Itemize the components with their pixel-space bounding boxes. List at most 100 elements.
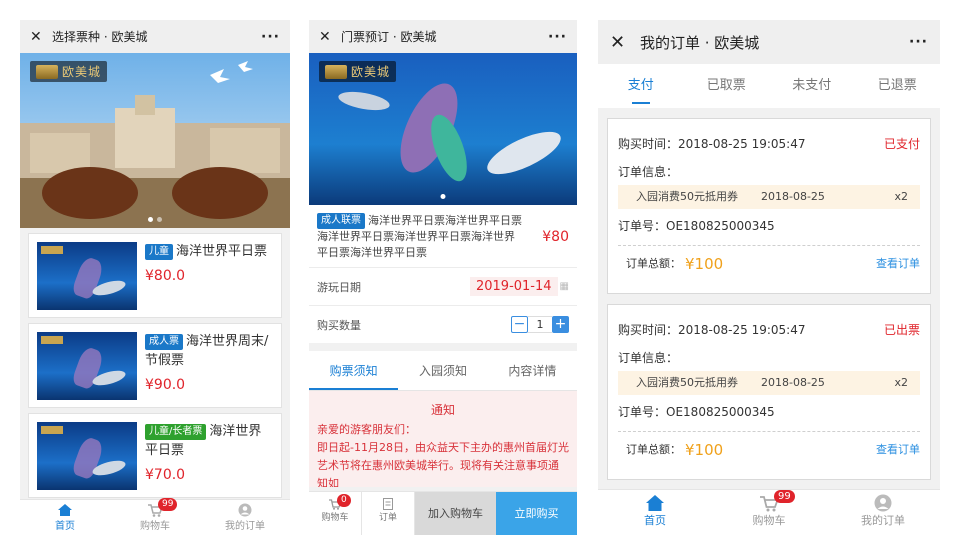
ticket-tag: 儿童/长者票 <box>145 424 207 440</box>
document-icon <box>383 498 393 510</box>
notice-title: 通知 <box>430 403 455 417</box>
order-info-label: 订单信息： <box>618 351 679 365</box>
tab-paid[interactable]: 支付 <box>598 64 684 108</box>
order-total-label: 订单总额： <box>626 443 681 456</box>
brand-logo: 欧美城 <box>30 61 108 82</box>
close-icon[interactable]: ✕ <box>30 29 48 45</box>
quantity-value[interactable]: 1 <box>528 316 552 333</box>
visit-date-row: 游玩日期 2019-01-14 ▦ <box>309 267 577 305</box>
order-shortcut[interactable]: 订单 <box>362 492 415 535</box>
order-status-tabs: 支付 已取票 未支付 已退票 <box>598 64 940 108</box>
tab-label: 我的订单 <box>861 514 905 527</box>
tab-collected[interactable]: 已取票 <box>684 64 770 108</box>
tab-orders[interactable]: 我的订单 <box>200 500 290 535</box>
my-orders-screen: ✕ 我的订单 · 欧美城 ··· 支付 已取票 未支付 已退票 购买时间： 20… <box>598 20 940 535</box>
ticket-card[interactable]: 儿童/长者票 海洋世界平日票 ¥70.0 <box>28 413 282 498</box>
page-title: 我的订单 · 欧美城 <box>640 33 760 52</box>
ticket-card[interactable]: 成人票 海洋世界周末/节假票 ¥90.0 <box>28 323 282 408</box>
product-price: ¥80 <box>542 229 569 245</box>
buy-now-button[interactable]: 立即购买 <box>496 492 577 535</box>
title-bar: ✕ 选择票种 · 欧美城 ··· <box>20 20 290 53</box>
order-info-label: 订单信息： <box>618 165 679 179</box>
order-total: ¥100 <box>685 255 724 273</box>
ticket-card[interactable]: 儿童 海洋世界平日票 ¥80.0 <box>28 233 282 318</box>
notice-body: 即日起-11月28日，由众益天下主办的惠州首届灯光艺术节将在惠州欧美城举行。现将… <box>317 441 569 487</box>
purchase-time-label: 购买时间： <box>618 137 679 151</box>
more-icon[interactable]: ··· <box>261 29 280 45</box>
ticket-thumbnail <box>37 422 137 490</box>
cart-shortcut[interactable]: 0 购物车 <box>309 492 362 535</box>
decrease-button[interactable]: − <box>511 316 528 333</box>
bottom-tab-bar: 首页 99 购物车 我的订单 <box>598 489 940 535</box>
tab-refunded[interactable]: 已退票 <box>855 64 941 108</box>
increase-button[interactable]: + <box>552 316 569 333</box>
order-number: OE180825000345 <box>666 219 775 233</box>
item-name: 入园消费50元抵用券 <box>636 190 738 203</box>
tab-orders[interactable]: 我的订单 <box>826 490 940 535</box>
product-tag: 成人联票 <box>317 213 365 229</box>
visit-date-picker[interactable]: 2019-01-14 <box>469 277 558 296</box>
tab-home[interactable]: 首页 <box>20 500 110 535</box>
banner-carousel[interactable]: 欧美城 <box>20 53 290 228</box>
brand-logo: 欧美城 <box>319 61 397 82</box>
tab-label: 购物车 <box>140 521 170 532</box>
tab-label: 首页 <box>644 514 666 527</box>
user-icon <box>874 494 892 512</box>
item-quantity: x2 <box>894 376 908 389</box>
action-bar: 0 购物车 订单 加入购物车 立即购买 <box>309 491 577 535</box>
item-date: 2018-08-25 <box>761 376 825 389</box>
tab-unpaid[interactable]: 未支付 <box>769 64 855 108</box>
tab-label: 我的订单 <box>225 521 265 532</box>
calendar-icon[interactable]: ▦ <box>560 281 569 292</box>
ticket-tag: 成人票 <box>145 334 183 350</box>
home-icon <box>646 495 664 511</box>
ticket-select-screen: ✕ 选择票种 · 欧美城 ··· 欧美城 儿童 海洋世界平日票 ¥80.0 成人… <box>20 20 290 535</box>
purchase-time: 2018-08-25 19:05:47 <box>678 323 806 337</box>
page-title: 门票预订 · 欧美城 <box>341 30 437 44</box>
tab-purchase-notice[interactable]: 购票须知 <box>309 351 399 390</box>
tab-content-details[interactable]: 内容详情 <box>488 351 577 390</box>
tab-cart[interactable]: 99 购物车 <box>110 498 200 535</box>
banner-carousel[interactable]: 欧美城 <box>309 53 577 205</box>
product-info: 成人联票 海洋世界平日票海洋世界平日票海洋世界平日票海洋世界平日票海洋世界平日票海… <box>309 205 577 267</box>
order-total: ¥100 <box>685 441 724 459</box>
order-number-label: 订单号： <box>618 219 667 233</box>
cart-label: 购物车 <box>321 513 349 523</box>
close-icon[interactable]: ✕ <box>610 32 636 53</box>
cart-badge: 99 <box>774 490 795 503</box>
more-icon[interactable]: ··· <box>909 34 928 50</box>
visit-date-label: 游玩日期 <box>317 280 361 294</box>
ticket-price: ¥90.0 <box>145 377 186 393</box>
title-bar: ✕ 门票预订 · 欧美城 ··· <box>309 20 577 53</box>
order-card: 购买时间： 2018-08-25 19:05:47 已支付 订单信息： 入园消费… <box>607 118 931 294</box>
view-order-link[interactable]: 查看订单 <box>876 436 920 464</box>
more-icon[interactable]: ··· <box>548 29 567 45</box>
ticket-name: 海洋世界平日票 <box>176 244 268 259</box>
ticket-booking-screen: ✕ 门票预订 · 欧美城 ··· 欧美城 成人联票 海洋世界平日票海洋世界平日票海… <box>309 20 577 535</box>
page-title: 选择票种 · 欧美城 <box>52 30 148 44</box>
ticket-tag: 儿童 <box>145 244 173 260</box>
quantity-row: 购买数量 − 1 + <box>309 305 577 343</box>
carousel-dots <box>440 194 446 199</box>
view-order-link[interactable]: 查看订单 <box>876 250 920 278</box>
order-label: 订单 <box>378 513 397 523</box>
notice-greeting: 亲爱的游客朋友们： <box>317 423 416 436</box>
tab-label: 购物车 <box>752 514 786 527</box>
close-icon[interactable]: ✕ <box>319 29 337 45</box>
quantity-label: 购买数量 <box>317 318 361 332</box>
bottom-tab-bar: 首页 99 购物车 我的订单 <box>20 498 290 535</box>
purchase-time: 2018-08-25 19:05:47 <box>678 137 806 151</box>
order-number: OE180825000345 <box>666 405 775 419</box>
tab-entry-notice[interactable]: 入园须知 <box>398 351 487 390</box>
detail-tabs: 购票须知 入园须知 内容详情 <box>309 351 577 391</box>
tab-home[interactable]: 首页 <box>598 490 712 535</box>
quantity-stepper: − 1 + <box>511 316 569 333</box>
cart-badge: 0 <box>337 494 351 507</box>
cart-badge: 99 <box>158 498 178 511</box>
title-bar: ✕ 我的订单 · 欧美城 ··· <box>598 20 940 64</box>
tab-cart[interactable]: 99 购物车 <box>712 490 826 535</box>
add-to-cart-button[interactable]: 加入购物车 <box>415 492 496 535</box>
tab-label: 首页 <box>55 521 75 532</box>
notice-panel: 通知 亲爱的游客朋友们： 即日起-11月28日，由众益天下主办的惠州首届灯光艺术… <box>309 391 577 487</box>
home-icon <box>58 504 72 516</box>
